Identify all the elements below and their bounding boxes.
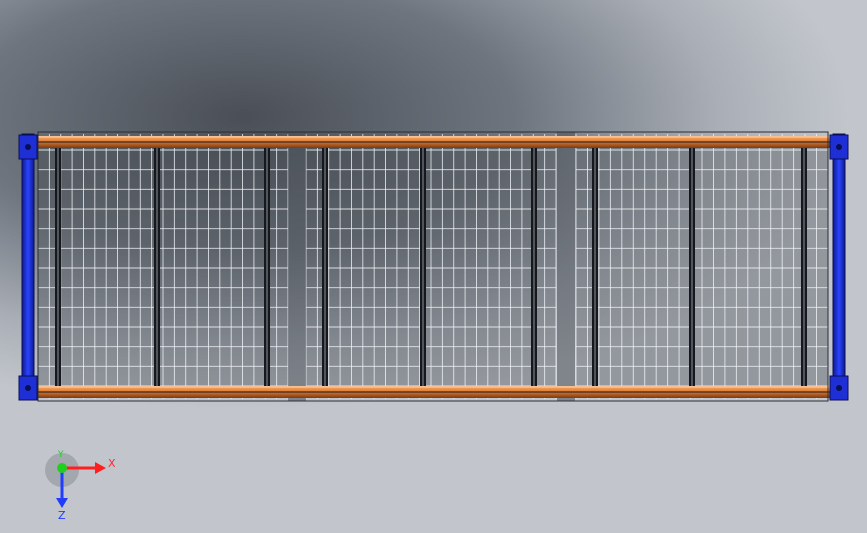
y-axis-dot bbox=[57, 463, 67, 473]
panel-seam-1 bbox=[288, 132, 306, 401]
cad-viewport[interactable]: X Y Z bbox=[0, 0, 867, 533]
z-axis-label: Z bbox=[58, 509, 66, 522]
x-axis-arrowhead bbox=[95, 462, 106, 474]
right-end-frame bbox=[832, 133, 846, 401]
left-end-frame bbox=[21, 133, 35, 401]
z-axis-arrowhead bbox=[56, 498, 68, 508]
x-axis-label: X bbox=[108, 457, 116, 470]
view-orientation-triad: X Y Z bbox=[40, 448, 130, 523]
fence-assembly-top-view[interactable] bbox=[0, 0, 867, 533]
left-top-bolt bbox=[25, 144, 31, 150]
right-top-bolt bbox=[836, 144, 842, 150]
y-axis-label: Y bbox=[57, 450, 64, 460]
right-bottom-bolt bbox=[836, 385, 842, 391]
left-bottom-bolt bbox=[25, 385, 31, 391]
fence-model[interactable] bbox=[18, 131, 849, 402]
panel-seam-2 bbox=[557, 132, 575, 401]
